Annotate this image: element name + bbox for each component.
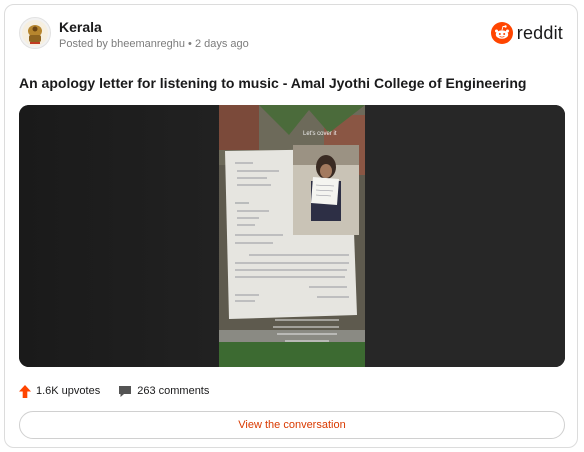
subreddit-name[interactable]: Kerala xyxy=(59,19,102,35)
upvote-count[interactable]: 1.6K upvotes xyxy=(19,384,101,398)
comment-label: 263 comments xyxy=(137,385,210,397)
kerala-emblem-icon xyxy=(22,20,48,46)
video-frame: Let's cover it xyxy=(219,105,365,367)
reddit-embed-card: Kerala Posted by bheemanreghu • 2 days a… xyxy=(4,4,578,448)
comment-bubble-icon xyxy=(119,385,132,397)
subreddit-avatar[interactable] xyxy=(19,17,51,49)
video-player[interactable]: Let's cover it xyxy=(19,105,565,367)
post-title[interactable]: An apology letter for listening to music… xyxy=(19,75,526,91)
reddit-wordmark: reddit xyxy=(516,22,563,43)
upvote-label: 1.6K upvotes xyxy=(36,385,101,397)
reddit-logo[interactable]: reddit xyxy=(490,22,563,44)
view-conversation-button[interactable]: View the conversation xyxy=(19,411,565,439)
post-header: Kerala Posted by bheemanreghu • 2 days a… xyxy=(19,17,563,55)
post-actions: 1.6K upvotes 263 comments xyxy=(19,381,227,401)
video-still xyxy=(219,105,365,367)
comment-count[interactable]: 263 comments xyxy=(118,385,209,398)
upvote-arrow-icon xyxy=(19,384,31,398)
reddit-alien-icon xyxy=(490,22,513,44)
post-meta: Posted by bheemanreghu • 2 days ago xyxy=(59,38,249,50)
video-overlay-label: Let's cover it xyxy=(303,131,337,137)
